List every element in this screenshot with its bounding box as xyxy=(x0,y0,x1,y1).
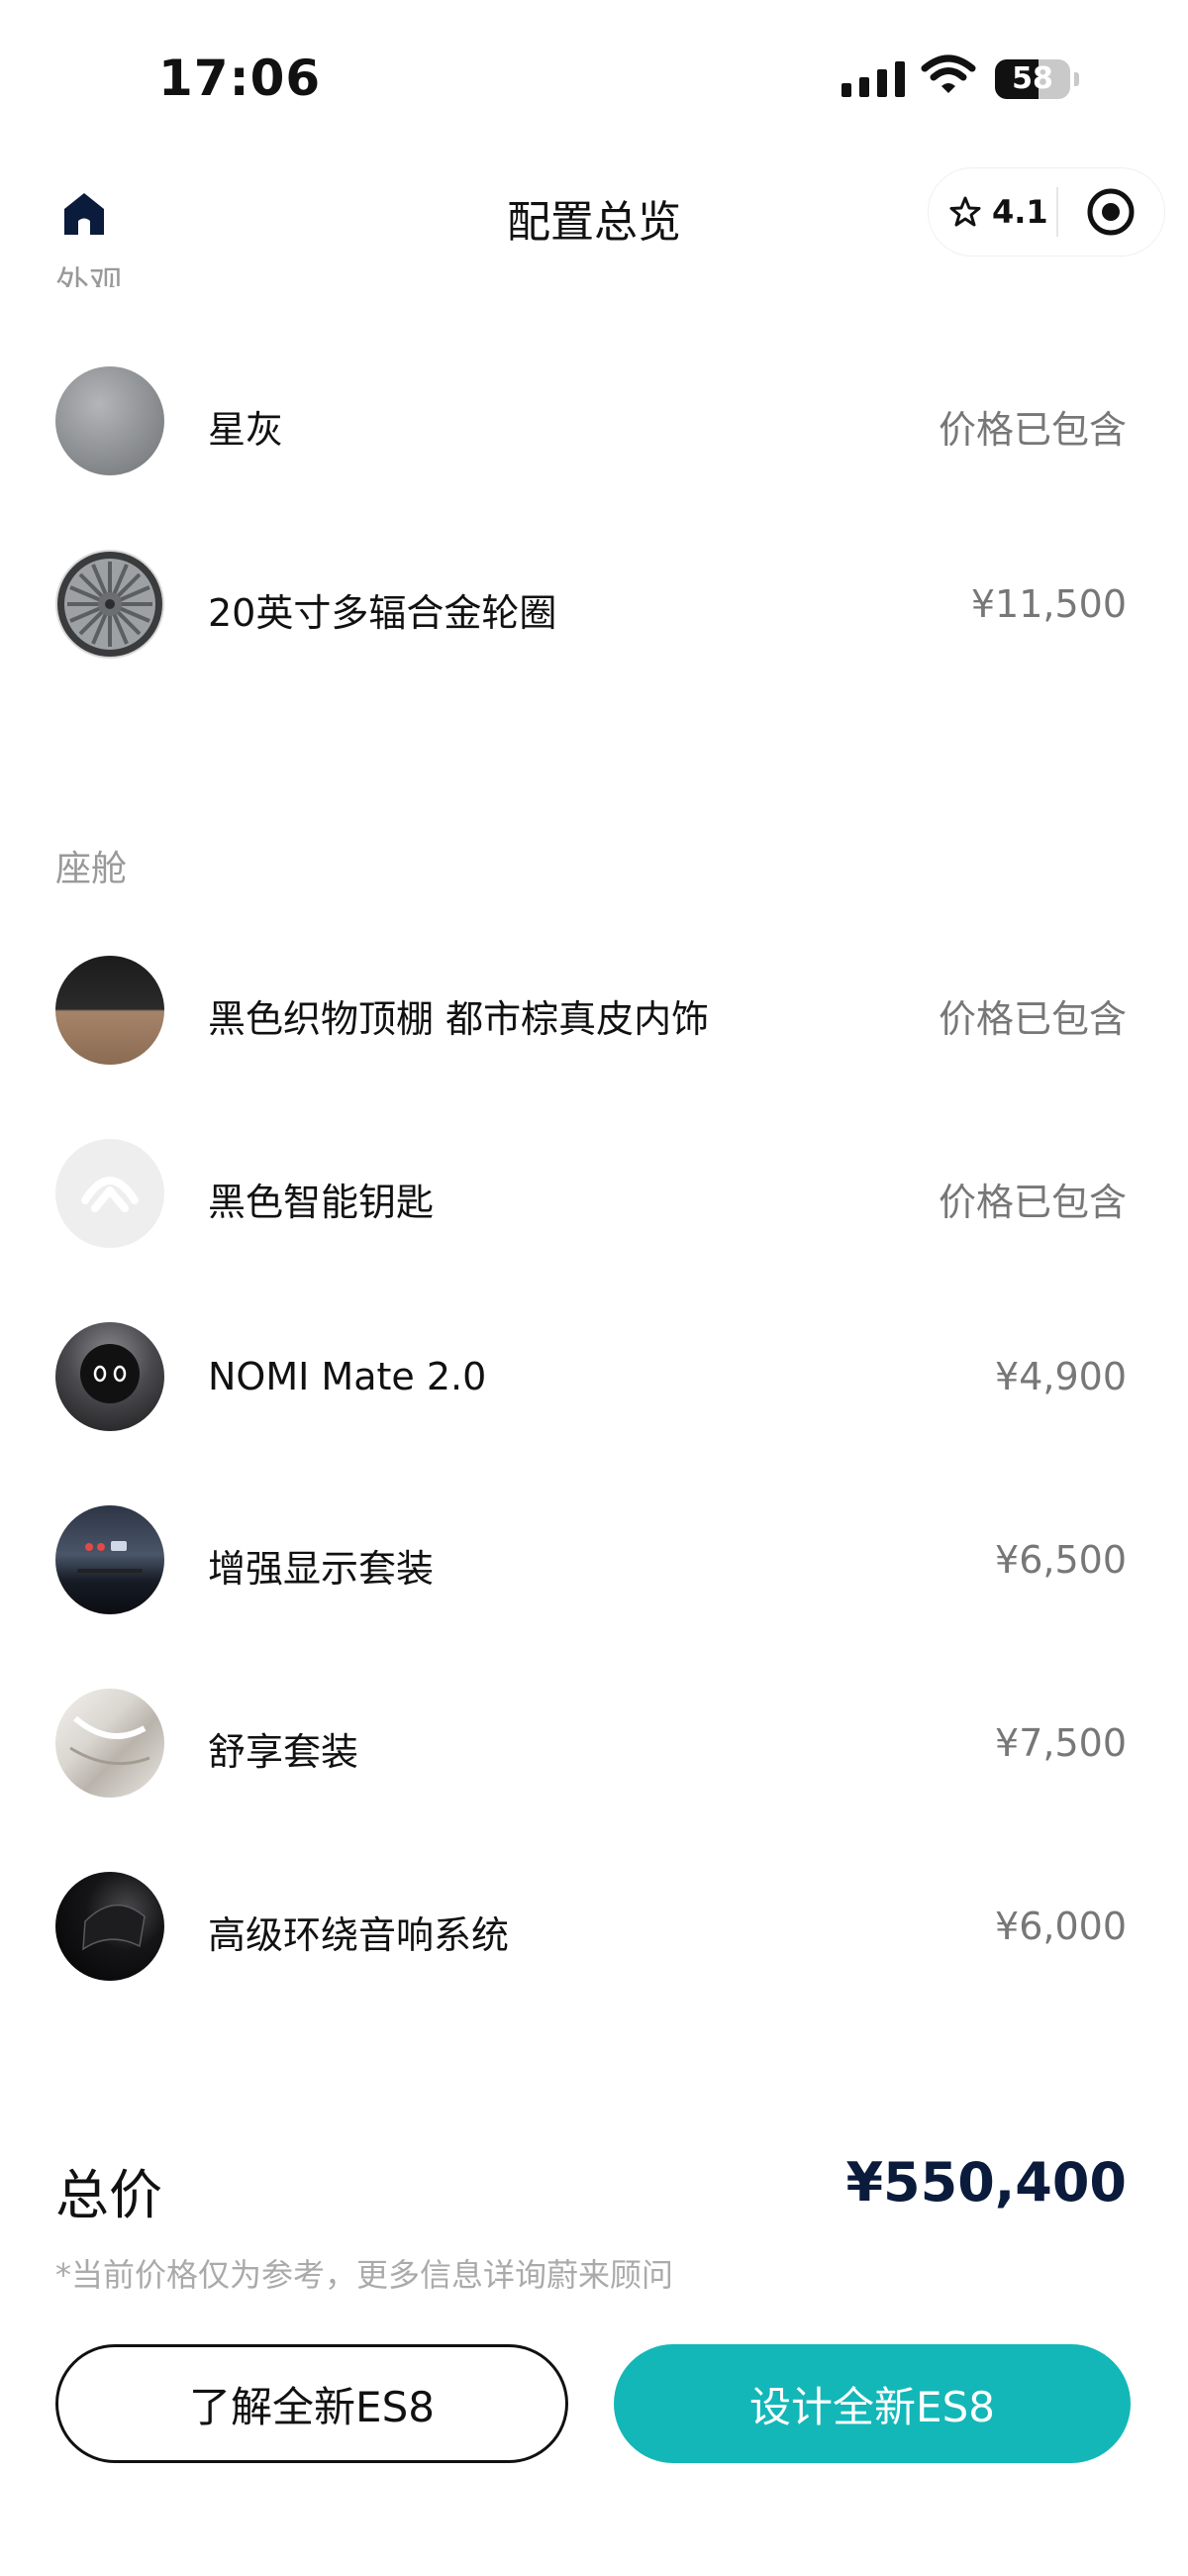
option-price: ¥4,900 xyxy=(995,1355,1127,1398)
option-thumbnail-smart-key xyxy=(55,1139,164,1248)
mini-program-capsule: 4.1 xyxy=(929,168,1164,256)
option-price: 价格已包含 xyxy=(938,1181,1127,1224)
option-price: 价格已包含 xyxy=(938,997,1127,1041)
option-row-display-pack[interactable]: 增强显示套装 ¥6,500 xyxy=(0,1500,1188,1619)
option-name: NOMI Mate 2.0 xyxy=(208,1355,487,1398)
status-bar: 17:06 58 xyxy=(0,0,1188,149)
wifi-icon xyxy=(921,54,976,93)
option-thumbnail-nomi xyxy=(55,1322,164,1431)
rating-button[interactable]: 4.1 xyxy=(929,193,1056,231)
option-name: 舒享套装 xyxy=(208,1730,359,1774)
star-icon xyxy=(949,196,981,227)
rating-value: 4.1 xyxy=(992,193,1048,231)
battery-level: 58 xyxy=(1012,61,1053,96)
option-price: ¥6,000 xyxy=(995,1905,1127,1948)
nav-bar: 配置总览 4.1 xyxy=(0,158,1188,267)
option-row-audio[interactable]: 高级环绕音响系统 ¥6,000 xyxy=(0,1867,1188,1986)
option-name: 高级环绕音响系统 xyxy=(208,1913,510,1957)
option-row-interior[interactable]: 黑色织物顶棚 都市棕真皮内饰 价格已包含 xyxy=(0,951,1188,1070)
option-row-paint[interactable]: 星灰 价格已包含 xyxy=(0,361,1188,480)
option-thumbnail-comfort xyxy=(55,1689,164,1798)
total-label: 总价 xyxy=(55,2164,162,2226)
option-price: ¥6,500 xyxy=(995,1538,1127,1582)
option-name: 黑色织物顶棚 都市棕真皮内饰 xyxy=(208,997,710,1041)
nio-logo-icon xyxy=(81,1177,139,1212)
option-row-comfort-pack[interactable]: 舒享套装 ¥7,500 xyxy=(0,1684,1188,1803)
option-name: 增强显示套装 xyxy=(208,1547,435,1591)
option-thumbnail-display xyxy=(55,1505,164,1614)
battery-icon: 58 xyxy=(995,59,1079,99)
section-label-cabin: 座舱 xyxy=(55,849,128,889)
option-price: ¥11,500 xyxy=(970,582,1127,626)
option-price: ¥7,500 xyxy=(995,1721,1127,1765)
cellular-signal-icon xyxy=(842,61,905,97)
option-price: 价格已包含 xyxy=(938,408,1127,452)
option-thumbnail-interior xyxy=(55,956,164,1065)
design-es8-button[interactable]: 设计全新ES8 xyxy=(614,2344,1131,2463)
close-miniprogram-button[interactable] xyxy=(1058,187,1164,237)
section-label-exterior: 外观 xyxy=(55,264,123,287)
option-row-nomi[interactable]: NOMI Mate 2.0 ¥4,900 xyxy=(0,1317,1188,1436)
option-name: 星灰 xyxy=(208,408,284,452)
target-icon xyxy=(1087,188,1135,236)
learn-es8-button[interactable]: 了解全新ES8 xyxy=(55,2344,568,2463)
option-thumbnail-audio xyxy=(55,1872,164,1981)
option-thumbnail-star-grey xyxy=(55,366,164,475)
option-name: 20英寸多辐合金轮圈 xyxy=(208,591,557,635)
status-time: 17:06 xyxy=(158,50,322,107)
option-name: 黑色智能钥匙 xyxy=(208,1181,435,1224)
price-disclaimer: *当前价格仅为参考，更多信息详询蔚来顾问 xyxy=(55,2256,674,2294)
total-price: ¥550,400 xyxy=(845,2151,1127,2214)
option-row-wheels[interactable]: 20英寸多辐合金轮圈 ¥11,500 xyxy=(0,545,1188,664)
option-thumbnail-wheel xyxy=(55,550,164,659)
option-row-smart-key[interactable]: 黑色智能钥匙 价格已包含 xyxy=(0,1134,1188,1253)
